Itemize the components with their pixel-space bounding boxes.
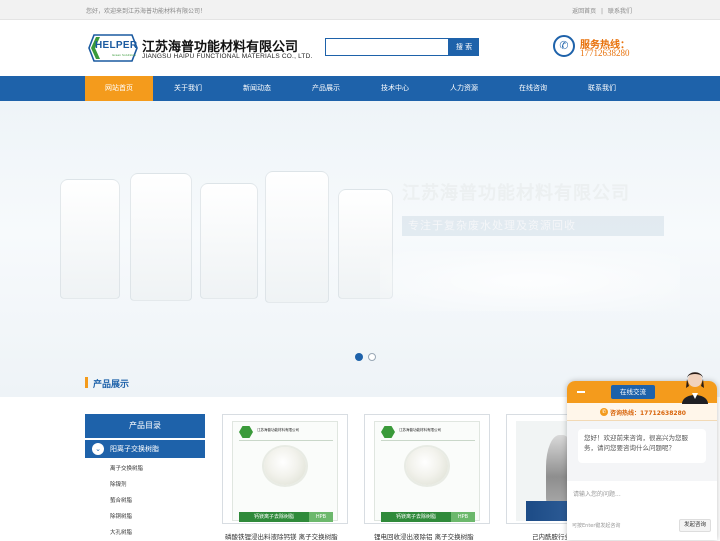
hotline-number: 17712638280 [580, 48, 630, 58]
resin-powder-image [406, 447, 448, 485]
logo-subtext: Green Solutions [112, 53, 136, 57]
banner-bottle [200, 183, 258, 299]
product-badge: HPB [451, 512, 475, 522]
slide-dot[interactable] [368, 353, 376, 361]
welcome-text: 您好，欢迎来到江苏海普功能材料有限公司！ [86, 8, 207, 15]
company-logo-icon [381, 426, 395, 438]
divider [381, 440, 475, 441]
phone-icon: ✆ [553, 35, 575, 57]
category-panel: 产品目录 ⌄ 阳离子交换树脂 离子交换树脂 除镍剂 螯合树脂 除铜树脂 大孔树脂 [85, 414, 205, 540]
chat-input[interactable]: 请输入您的问题... [573, 489, 711, 501]
top-links-divider: | [601, 8, 604, 15]
chat-hotline-text: 咨询热线：17712638280 [610, 410, 686, 417]
nav-item-consult[interactable]: 在线咨询 [499, 76, 567, 101]
section-accent-bar [85, 377, 88, 388]
chat-messages: 您好！欢迎前来咨询，很高兴为您服务，请问您要咨询什么问题呢？ [567, 421, 717, 481]
search-button[interactable]: 搜 索 [449, 38, 479, 56]
company-logo-icon [239, 426, 253, 438]
agent-avatar-icon [682, 372, 708, 404]
product-card[interactable]: 江苏海普功能材料有限公司 钙镁离子去除树脂 HPB [364, 414, 490, 524]
category-item[interactable]: 大孔树脂 [110, 528, 132, 536]
phone-icon: ✆ [600, 408, 608, 416]
nav-item-products[interactable]: 产品展示 [292, 76, 360, 101]
minimize-icon[interactable] [577, 391, 585, 393]
banner-bottle [265, 171, 329, 303]
banner-bottle [60, 179, 120, 299]
logo-text: HELPER [95, 40, 138, 51]
product-tag: 钙镁离子去除树脂 [239, 512, 309, 522]
nav-item-tech[interactable]: 技术中心 [361, 76, 429, 101]
product-header: 江苏海普功能材料有限公司 [257, 428, 299, 432]
chat-footer-note: 可按Enter键发起咨询 [572, 523, 621, 529]
main-nav: 网站首页 关于我们 新闻动态 产品展示 技术中心 人力资源 在线咨询 联系我们 [0, 76, 720, 101]
product-image: 江苏海普功能材料有限公司 钙镁离子去除树脂 HPB [232, 421, 338, 522]
section-title: 产品展示 [93, 380, 130, 390]
company-logo[interactable]: HELPER Green Solutions [88, 34, 138, 62]
product-image: 江苏海普功能材料有限公司 钙镁离子去除树脂 HPB [374, 421, 480, 522]
banner-bottle [130, 173, 192, 301]
banner-subtitle: 专注于复杂废水处理及资源回收 [402, 216, 664, 236]
slide-dot-active[interactable] [355, 353, 363, 361]
hero-banner[interactable]: 江苏海普功能材料有限公司 专注于复杂废水处理及资源回收 [0, 101, 720, 397]
top-links: 返回首页 | 联系我们 [569, 6, 632, 15]
chat-tab[interactable]: 在线交流 [611, 385, 655, 399]
top-bar: 您好，欢迎来到江苏海普功能材料有限公司！ 返回首页 | 联系我们 [0, 0, 720, 20]
category-item[interactable]: 螯合树脂 [110, 496, 132, 504]
category-item[interactable]: 离子交换树脂 [110, 464, 143, 472]
banner-title: 江苏海普功能材料有限公司 [402, 183, 630, 204]
category-item[interactable]: 除铜树脂 [110, 512, 132, 520]
home-link[interactable]: 返回首页 [572, 8, 596, 15]
product-badge: HPB [309, 512, 333, 522]
nav-item-home[interactable]: 网站首页 [85, 76, 153, 101]
resin-powder-image [264, 447, 306, 485]
chat-greeting: 您好！欢迎前来咨询，很高兴为您服务，请问您要咨询什么问题呢？ [578, 429, 706, 463]
search-input[interactable] [325, 38, 449, 56]
nav-item-hr[interactable]: 人力资源 [430, 76, 498, 101]
product-card[interactable]: 江苏海普功能材料有限公司 钙镁离子去除树脂 HPB [222, 414, 348, 524]
category-main[interactable]: ⌄ 阳离子交换树脂 [85, 440, 205, 458]
chevron-down-icon: ⌄ [92, 443, 104, 455]
category-item[interactable]: 除镍剂 [110, 480, 127, 488]
banner-glow [380, 251, 680, 311]
chat-widget: 在线交流 ✆ 咨询热线：17712638280 您好！欢迎前来咨询，很高兴为您服… [567, 381, 717, 540]
chat-hotline: ✆ 咨询热线：17712638280 [567, 403, 717, 421]
nav-item-about[interactable]: 关于我们 [154, 76, 222, 101]
chat-send-button[interactable]: 发起咨询 [679, 519, 711, 532]
divider [239, 440, 333, 441]
nav-item-contact[interactable]: 联系我们 [568, 76, 636, 101]
company-name-en: JIANGSU HAIPU FUNCTIONAL MATERIALS CO., … [142, 53, 313, 60]
category-title: 产品目录 [85, 414, 205, 438]
nav-item-news[interactable]: 新闻动态 [223, 76, 291, 101]
contact-link[interactable]: 联系我们 [608, 8, 632, 15]
category-main-label: 阳离子交换树脂 [110, 445, 159, 453]
product-header: 江苏海普功能材料有限公司 [399, 428, 441, 432]
product-tag: 钙镁离子去除树脂 [381, 512, 451, 522]
